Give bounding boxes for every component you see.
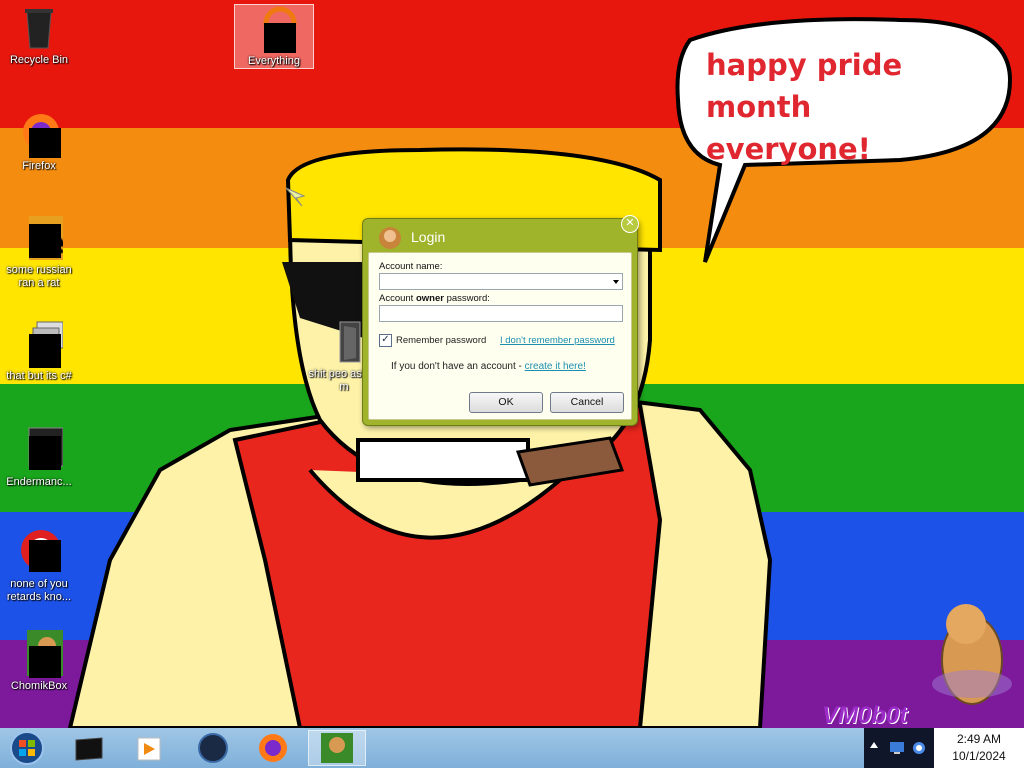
speech-bubble-line2: everyone! — [706, 132, 871, 166]
terminal-icon — [75, 737, 103, 761]
terminal-icon — [15, 426, 64, 474]
csharp-label: that but its c# — [6, 370, 72, 382]
account-name-label: Account name: — [379, 261, 443, 272]
russian-rat-label: some russian ran a rat — [6, 264, 72, 289]
endermanch-shortcut[interactable]: Endermanc... — [0, 426, 78, 489]
wallpaper-signature: VM0b0t — [822, 702, 908, 728]
taskbar-chomikbox[interactable] — [308, 730, 366, 766]
chomikbox-label: ChomikBox — [10, 680, 68, 692]
ok-button[interactable]: OK — [469, 392, 543, 413]
taskbar-globe[interactable] — [188, 730, 238, 766]
firefox-icon — [15, 110, 63, 158]
hamster-icon — [377, 225, 403, 251]
speech-bubble-line1: happy pride month — [706, 48, 903, 124]
volume-icon[interactable] — [910, 740, 928, 756]
russian-rat-shortcut[interactable]: e some russian ran a rat — [0, 214, 78, 290]
taskbar-media-player[interactable] — [124, 730, 174, 766]
firefox-shortcut[interactable]: Firefox — [0, 110, 78, 173]
firefox-label: Firefox — [22, 160, 56, 172]
password-label-suffix: password: — [443, 293, 490, 304]
everything-icon — [250, 5, 298, 53]
remember-password-label: Remember password — [396, 335, 487, 346]
recycle-bin-shortcut[interactable]: Recycle Bin — [0, 4, 78, 67]
none-of-you-shortcut[interactable]: none of you retards kno... — [0, 528, 78, 604]
folder-icon — [320, 318, 368, 366]
forgot-password-link[interactable]: I don't remember password — [500, 335, 615, 346]
globe-icon — [198, 733, 228, 763]
chomikbox-shortcut[interactable]: ChomikBox — [0, 630, 78, 693]
login-dialog: Login ✕ Account name: Account owner pass… — [362, 215, 639, 426]
password-label-bold: owner — [415, 293, 444, 304]
everything-label: Everything — [248, 55, 300, 67]
speech-bubble-text: happy pride month everyone! — [706, 44, 996, 170]
chomikbox-icon — [15, 630, 63, 678]
chevron-up-icon[interactable] — [870, 742, 878, 748]
csharp-shortcut[interactable]: that but its c# — [0, 320, 78, 383]
network-icon[interactable] — [888, 740, 906, 756]
taskbar-firefox[interactable] — [248, 730, 298, 766]
chomikbox-icon — [321, 733, 353, 763]
cancel-button[interactable]: Cancel — [550, 392, 624, 413]
document-icon: e — [15, 214, 64, 262]
everything-shortcut[interactable]: Everything — [234, 4, 314, 69]
taskbar-terminal[interactable] — [64, 730, 114, 766]
clock-time: 2:49 AM — [956, 732, 1002, 746]
dialog-title: Login — [411, 229, 446, 245]
create-account-link[interactable]: create it here! — [525, 361, 586, 372]
no-account-prefix: If you don't have an account - — [391, 361, 525, 372]
clock-date: 10/1/2024 — [952, 749, 1006, 763]
chevron-down-icon[interactable] — [613, 280, 619, 284]
taskbar-clock[interactable]: 2:49 AM 10/1/2024 — [934, 728, 1024, 768]
account-name-combobox[interactable] — [379, 273, 623, 290]
password-field[interactable] — [379, 305, 623, 322]
red-circle-icon — [15, 528, 63, 576]
start-orb-icon — [10, 731, 44, 765]
mouse-cursor-icon — [285, 187, 306, 207]
start-button[interactable] — [2, 730, 52, 766]
close-icon[interactable]: ✕ — [621, 215, 639, 233]
media-player-icon — [137, 737, 161, 761]
recycle-bin-label: Recycle Bin — [9, 54, 69, 66]
none-of-you-label: none of you retards kno... — [6, 578, 72, 603]
remember-password-checkbox[interactable]: ✓ — [379, 334, 392, 347]
system-tray — [864, 728, 934, 768]
password-label-prefix: Account — [379, 293, 416, 304]
endermanch-label: Endermanc... — [6, 476, 72, 488]
windows-stack-icon — [15, 320, 64, 368]
password-label: Account owner password: — [379, 293, 490, 304]
dialog-body: Account name: Account owner password: ✓ … — [368, 252, 632, 420]
no-account-text: If you don't have an account - create it… — [391, 361, 586, 372]
recycle-bin-icon — [15, 4, 63, 52]
firefox-icon — [259, 734, 287, 762]
